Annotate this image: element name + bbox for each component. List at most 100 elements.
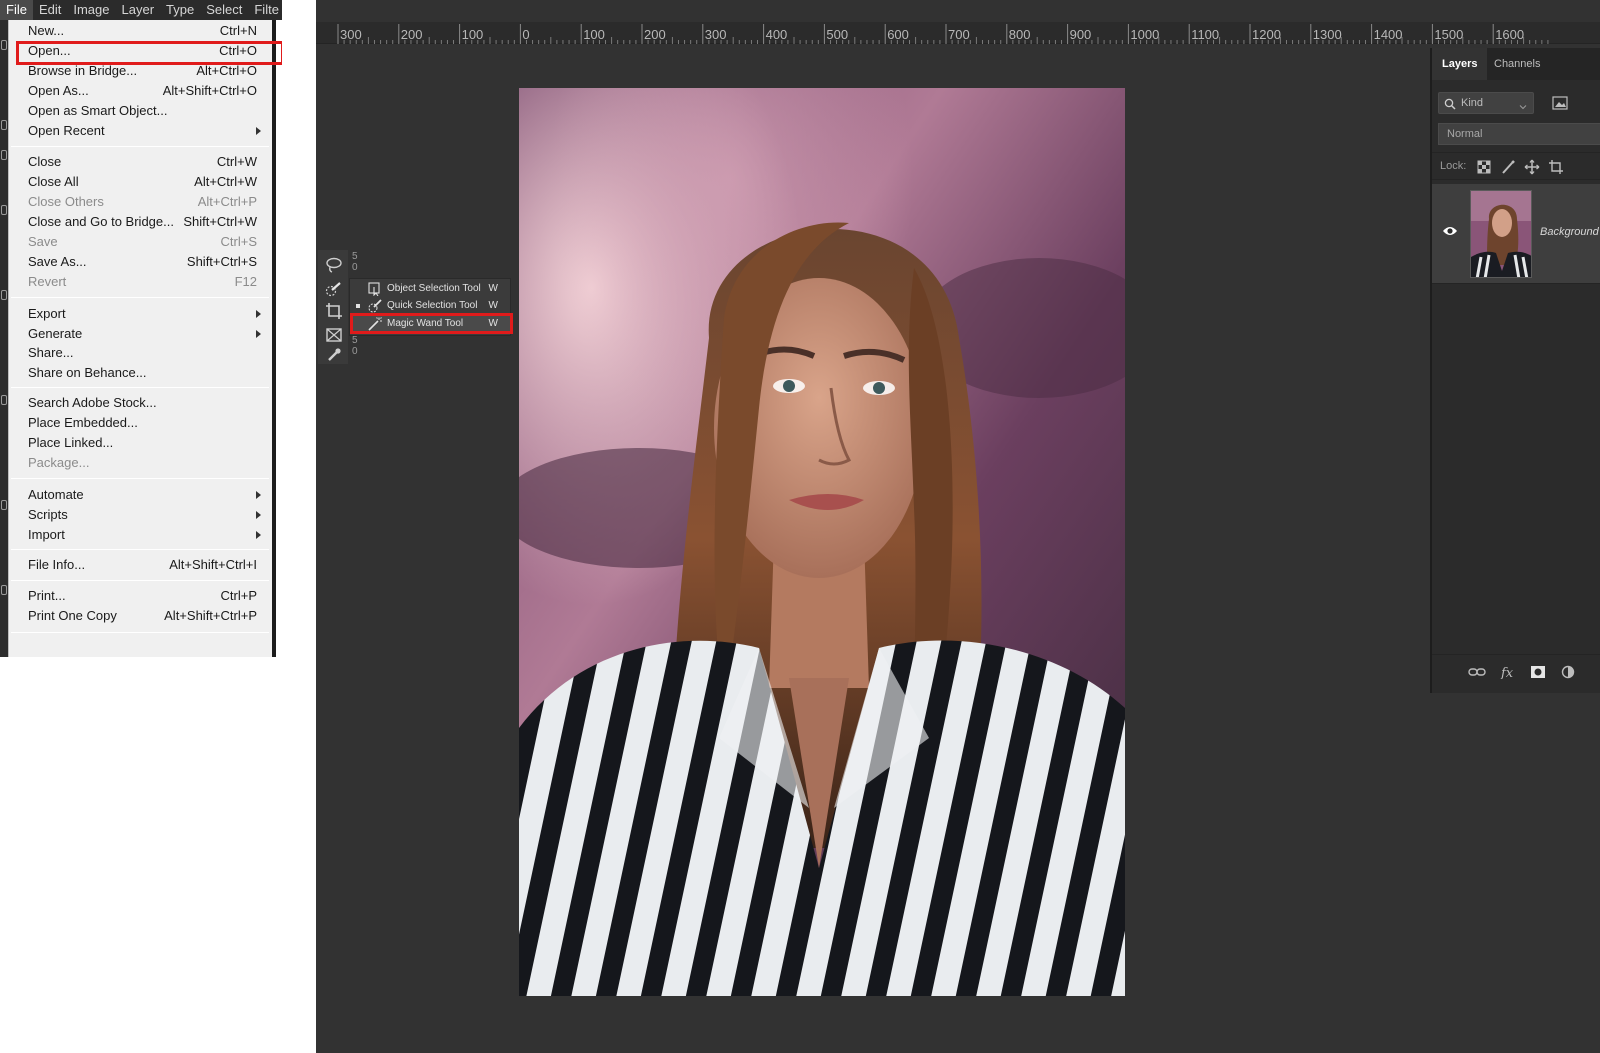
menu-item-label: Place Linked... xyxy=(28,435,114,450)
menu-item-open-as-smart-object[interactable]: Open as Smart Object... xyxy=(9,101,271,121)
object-selection-tool-item[interactable]: Object Selection Tool W xyxy=(350,280,510,297)
menu-item-close-all[interactable]: Close All Alt+Ctrl+W xyxy=(9,172,271,192)
lock-position-icon[interactable] xyxy=(1524,159,1540,175)
tool-icon[interactable] xyxy=(1,500,7,510)
submenu-arrow-icon xyxy=(256,127,261,135)
ruler-label: 1400 xyxy=(1374,27,1403,42)
lasso-icon[interactable] xyxy=(325,256,343,274)
open-highlight-box xyxy=(16,41,282,65)
ruler-label: 300 xyxy=(340,27,362,42)
ruler-label: 100 xyxy=(583,27,605,42)
menu-item-shortcut: Shift+Ctrl+W xyxy=(183,214,257,229)
quick-selection-tool-item[interactable]: Quick Selection Tool W xyxy=(350,297,510,314)
menu-item-label: Share on Behance... xyxy=(28,365,147,380)
tool-label: Object Selection Tool xyxy=(387,283,481,294)
menu-item-file-info[interactable]: File Info... Alt+Shift+Ctrl+I xyxy=(9,555,271,575)
ruler-label: 1300 xyxy=(1313,27,1342,42)
canvas-image[interactable] xyxy=(519,88,1125,996)
link-icon[interactable] xyxy=(1468,665,1486,684)
menu-item-new[interactable]: New... Ctrl+N xyxy=(9,21,271,41)
menu-file[interactable]: File xyxy=(0,0,33,20)
menu-item-label: Print One Copy xyxy=(28,608,117,623)
portrait-photo xyxy=(519,88,1125,996)
menu-item-place-linked[interactable]: Place Linked... xyxy=(9,433,271,453)
adjustment-icon[interactable] xyxy=(1560,665,1576,684)
menu-item-revert: Revert F12 xyxy=(9,272,271,292)
menu-type[interactable]: Type xyxy=(160,0,200,20)
eyedropper-icon[interactable] xyxy=(325,346,343,364)
crop-icon[interactable] xyxy=(325,302,343,320)
layer-row-background[interactable]: Background xyxy=(1432,184,1600,284)
menu-item-print-one-copy[interactable]: Print One Copy Alt+Shift+Ctrl+P xyxy=(9,606,271,626)
menu-item-shortcut: Alt+Shift+Ctrl+P xyxy=(164,608,257,623)
visibility-eye-icon[interactable] xyxy=(1442,224,1458,242)
quick-selection-icon xyxy=(368,299,382,313)
search-icon xyxy=(1444,97,1456,117)
ruler-label: 800 xyxy=(1009,27,1031,42)
blend-mode-dropdown[interactable]: Normal xyxy=(1438,123,1600,145)
menu-item-export[interactable]: Export xyxy=(9,304,271,324)
layer-thumbnail xyxy=(1470,190,1532,278)
menu-item-label: Share... xyxy=(28,345,74,360)
tool-icon[interactable] xyxy=(1,40,7,50)
tool-icon[interactable] xyxy=(1,290,7,300)
menu-item-label: Scripts xyxy=(28,507,68,522)
menu-item-automate[interactable]: Automate xyxy=(9,485,271,505)
menu-image[interactable]: Image xyxy=(67,0,115,20)
lock-image-pixels-icon[interactable] xyxy=(1500,159,1516,175)
lock-label: Lock: xyxy=(1440,160,1467,172)
menu-item-generate[interactable]: Generate xyxy=(9,324,271,344)
tool-group-number: 0 xyxy=(352,262,358,273)
menu-item-scripts[interactable]: Scripts xyxy=(9,505,271,525)
ruler-label: 200 xyxy=(644,27,666,42)
submenu-arrow-icon xyxy=(256,330,261,338)
tab-layers[interactable]: Layers xyxy=(1432,48,1488,80)
menu-item-shortcut: Alt+Shift+Ctrl+I xyxy=(169,557,257,572)
menu-item-label: Open as Smart Object... xyxy=(28,103,168,118)
tool-icon[interactable] xyxy=(1,205,7,215)
menu-item-label: Close All xyxy=(28,174,79,189)
menu-item-place-embedded[interactable]: Place Embedded... xyxy=(9,413,271,433)
tool-icon[interactable] xyxy=(1,120,7,130)
menu-item-close-and-go-to-bridge[interactable]: Close and Go to Bridge... Shift+Ctrl+W xyxy=(9,212,271,232)
menu-item-save-as[interactable]: Save As... Shift+Ctrl+S xyxy=(9,252,271,272)
menu-item-shortcut: Ctrl+N xyxy=(219,23,257,38)
submenu-arrow-icon xyxy=(256,310,261,318)
ruler-label: 500 xyxy=(826,27,848,42)
image-filter-icon[interactable] xyxy=(1552,96,1568,110)
menu-item-package: Package... xyxy=(9,453,271,473)
menu-item-print[interactable]: Print... Ctrl+P xyxy=(9,586,271,606)
file-menu-screenshot: File Edit Image Layer Type Select Filte … xyxy=(0,0,282,657)
menu-item-label: File Info... xyxy=(28,557,86,572)
menu-item-open-recent[interactable]: Open Recent xyxy=(9,121,271,141)
tool-icon[interactable] xyxy=(1,395,7,405)
menu-layer[interactable]: Layer xyxy=(116,0,161,20)
menu-item-import[interactable]: Import xyxy=(9,525,271,545)
menu-item-search-adobe-stock[interactable]: Search Adobe Stock... xyxy=(9,393,271,413)
menu-item-save: Save Ctrl+S xyxy=(9,232,271,252)
quick-selection-icon[interactable] xyxy=(325,280,343,298)
menu-edit[interactable]: Edit xyxy=(33,0,67,20)
ruler-label: 1600 xyxy=(1495,27,1524,42)
menu-item-label: Place Embedded... xyxy=(28,415,138,430)
mask-icon[interactable] xyxy=(1530,665,1546,684)
menu-item-share-on-behance[interactable]: Share on Behance... xyxy=(9,363,271,383)
panel-tabs: Layers Channels xyxy=(1432,48,1600,80)
menu-bar: File Edit Image Layer Type Select Filte xyxy=(0,0,282,20)
menu-select[interactable]: Select xyxy=(200,0,248,20)
tool-icon[interactable] xyxy=(1,585,7,595)
lock-artboard-icon[interactable] xyxy=(1548,159,1564,175)
menu-item-open-as[interactable]: Open As... Alt+Shift+Ctrl+O xyxy=(9,81,271,101)
tool-icon[interactable] xyxy=(1,150,7,160)
ruler-label: 100 xyxy=(462,27,484,42)
fx-icon[interactable]: fx xyxy=(1500,665,1516,684)
layers-panel: Layers Channels Kind Normal Lock: Backgr… xyxy=(1430,48,1600,693)
menu-item-shortcut: Alt+Ctrl+W xyxy=(194,174,257,189)
menu-item-share[interactable]: Share... xyxy=(9,343,271,363)
frame-icon[interactable] xyxy=(325,326,343,344)
tab-channels[interactable]: Channels xyxy=(1484,48,1550,80)
kind-filter-dropdown[interactable]: Kind xyxy=(1438,92,1534,114)
menu-item-close[interactable]: Close Ctrl+W xyxy=(9,152,271,172)
menu-filter[interactable]: Filte xyxy=(248,0,282,20)
lock-transparent-pixels-icon[interactable] xyxy=(1476,159,1492,175)
